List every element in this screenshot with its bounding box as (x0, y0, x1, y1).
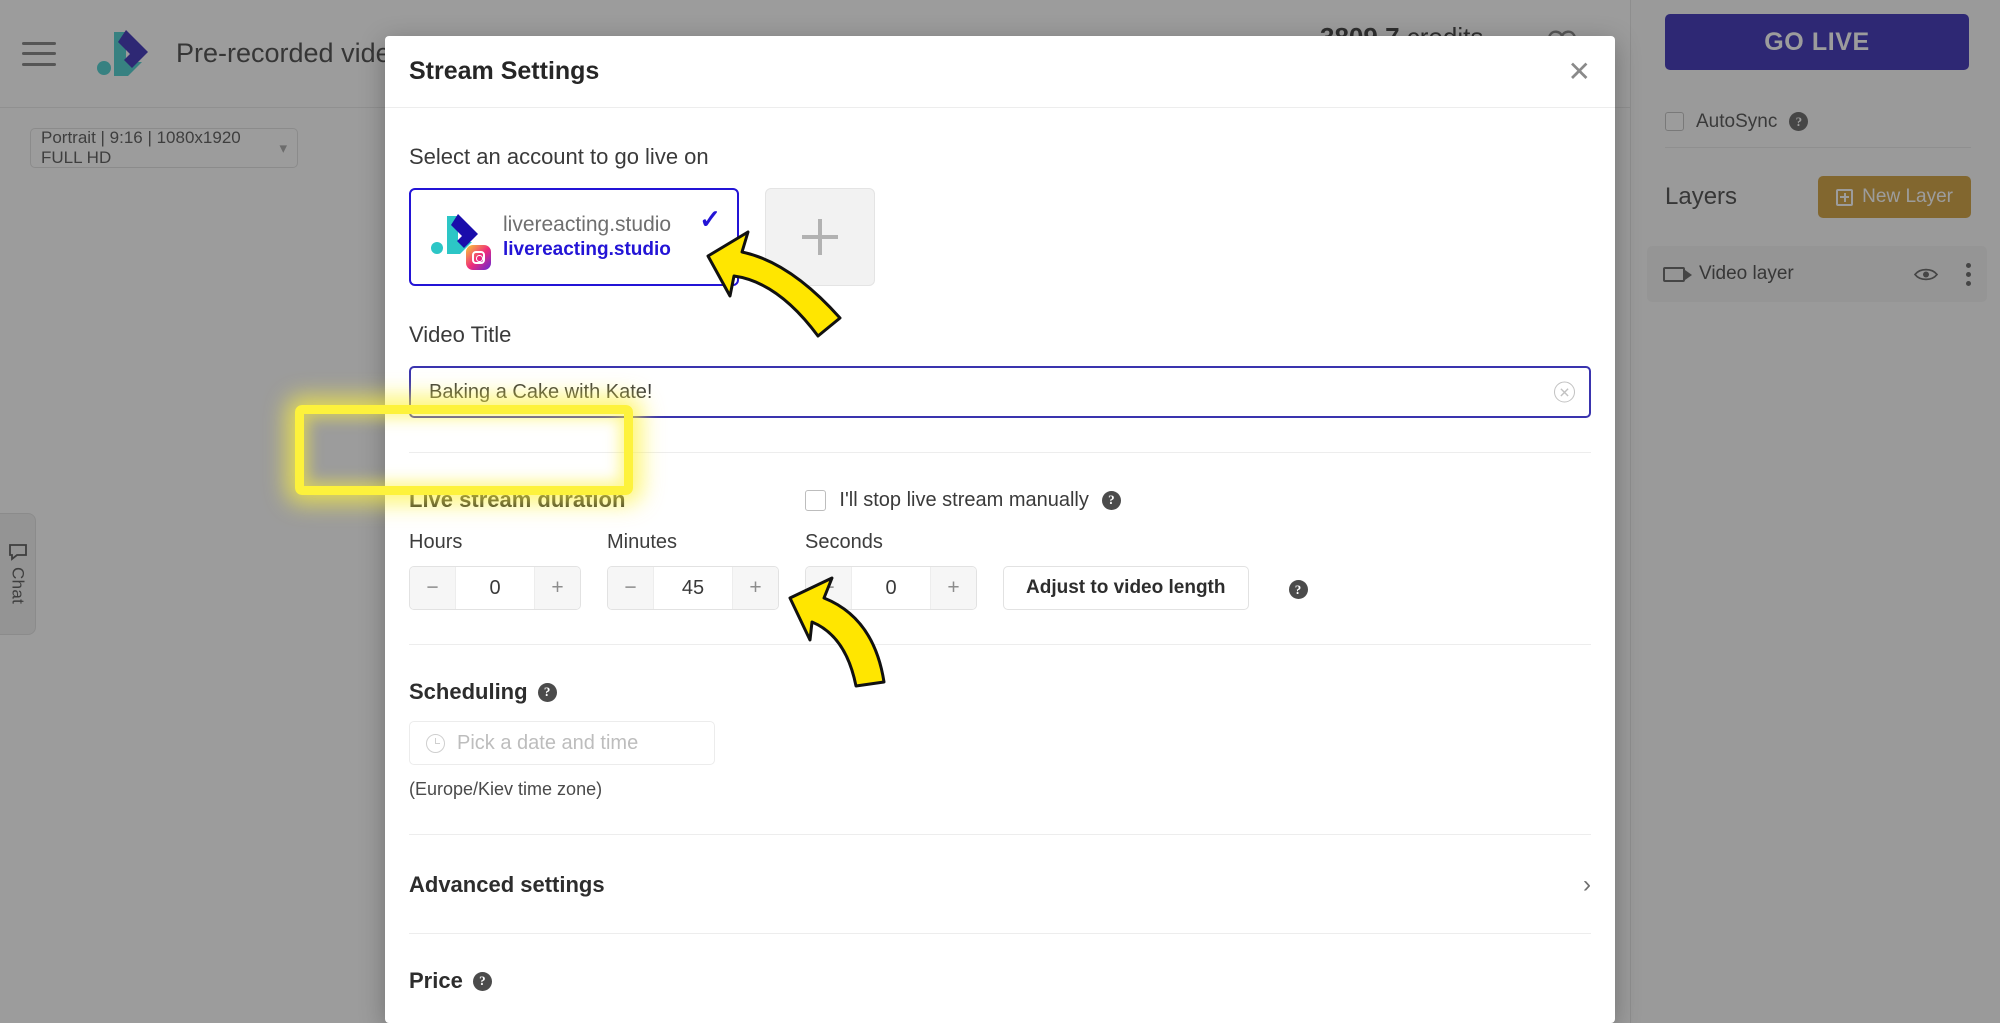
close-icon[interactable]: ✕ (1568, 57, 1591, 86)
hours-stepper[interactable]: − 0 + (409, 566, 581, 610)
modal-header: Stream Settings ✕ (385, 36, 1615, 108)
minutes-increment-button[interactable]: + (733, 567, 778, 609)
price-label: Price (409, 968, 463, 993)
scheduling-help-icon[interactable]: ? (537, 682, 557, 702)
price-heading-row: Price ? (409, 968, 1591, 994)
duration-spinners: Hours − 0 + Minutes − 45 + Seconds − 0 +… (409, 531, 1591, 610)
scheduling-heading: Scheduling (409, 679, 528, 704)
chevron-right-icon[interactable]: › (1583, 871, 1591, 899)
seconds-increment-button[interactable]: + (931, 567, 976, 609)
adjust-to-video-length-button[interactable]: Adjust to video length (1003, 566, 1249, 610)
minutes-label: Minutes (607, 531, 678, 553)
modal-body: Select an account to go live on livereac… (385, 144, 1615, 994)
clock-icon (426, 733, 445, 753)
minutes-decrement-button[interactable]: − (608, 567, 653, 609)
clear-circle-x-icon[interactable]: ✕ (1554, 381, 1575, 403)
add-account-button[interactable] (765, 188, 875, 286)
account-name: livereacting.studio (503, 212, 672, 236)
plus-icon (802, 219, 838, 255)
modal-title: Stream Settings (409, 57, 600, 85)
avatar (425, 206, 491, 270)
seconds-label: Seconds (805, 531, 883, 553)
hours-decrement-button[interactable]: − (410, 567, 455, 609)
manual-stop-row[interactable]: I'll stop live stream manually ? (805, 488, 1121, 512)
accounts-row: livereacting.studio livereacting.studio … (409, 188, 1591, 286)
schedule-placeholder: Pick a date and time (457, 731, 639, 754)
minutes-group: Minutes − 45 + (607, 531, 779, 610)
account-section-label: Select an account to go live on (409, 144, 709, 169)
duration-header: Live stream duration I'll stop live stre… (409, 487, 1591, 513)
hours-increment-button[interactable]: + (535, 567, 580, 609)
divider (409, 834, 1591, 835)
account-handle: livereacting.studio (503, 238, 671, 260)
check-icon: ✓ (699, 204, 721, 234)
price-help-icon[interactable]: ? (472, 971, 492, 991)
minutes-stepper[interactable]: − 45 + (607, 566, 779, 610)
manual-stop-checkbox[interactable] (805, 489, 827, 511)
divider (409, 452, 1591, 453)
seconds-stepper[interactable]: − 0 + (805, 566, 977, 610)
minutes-value[interactable]: 45 (653, 567, 733, 609)
divider (409, 933, 1591, 934)
video-title-wrap: ✕ (409, 366, 1591, 418)
seconds-value[interactable]: 0 (851, 567, 931, 609)
seconds-group: Seconds − 0 + (805, 531, 977, 610)
manual-stop-help-icon[interactable]: ? (1101, 490, 1121, 510)
video-title-input[interactable] (409, 366, 1591, 418)
stream-settings-modal: Stream Settings ✕ Select an account to g… (385, 36, 1615, 1023)
advanced-settings-row[interactable]: Advanced settings › (409, 871, 1591, 899)
hours-value[interactable]: 0 (455, 567, 535, 609)
app-root: Pre-recorded video o 3809.7 credits Port… (0, 0, 2000, 1023)
manual-stop-label: I'll stop live stream manually (839, 488, 1089, 511)
video-title-label: Video Title (409, 322, 512, 347)
hours-group: Hours − 0 + (409, 531, 581, 610)
scheduling-heading-row: Scheduling ? (409, 679, 1591, 705)
duration-heading: Live stream duration (409, 487, 626, 512)
seconds-decrement-button[interactable]: − (806, 567, 851, 609)
timezone-note: (Europe/Kiev time zone) (409, 779, 603, 799)
schedule-datetime-input[interactable]: Pick a date and time (409, 721, 715, 765)
hours-label: Hours (409, 531, 463, 553)
adjust-help-icon[interactable]: ? (1288, 580, 1308, 599)
account-card-livereacting[interactable]: livereacting.studio livereacting.studio … (409, 188, 739, 286)
account-texts: livereacting.studio livereacting.studio (503, 212, 671, 263)
instagram-icon (466, 245, 491, 270)
divider (409, 644, 1591, 645)
advanced-settings-label: Advanced settings (409, 872, 605, 897)
